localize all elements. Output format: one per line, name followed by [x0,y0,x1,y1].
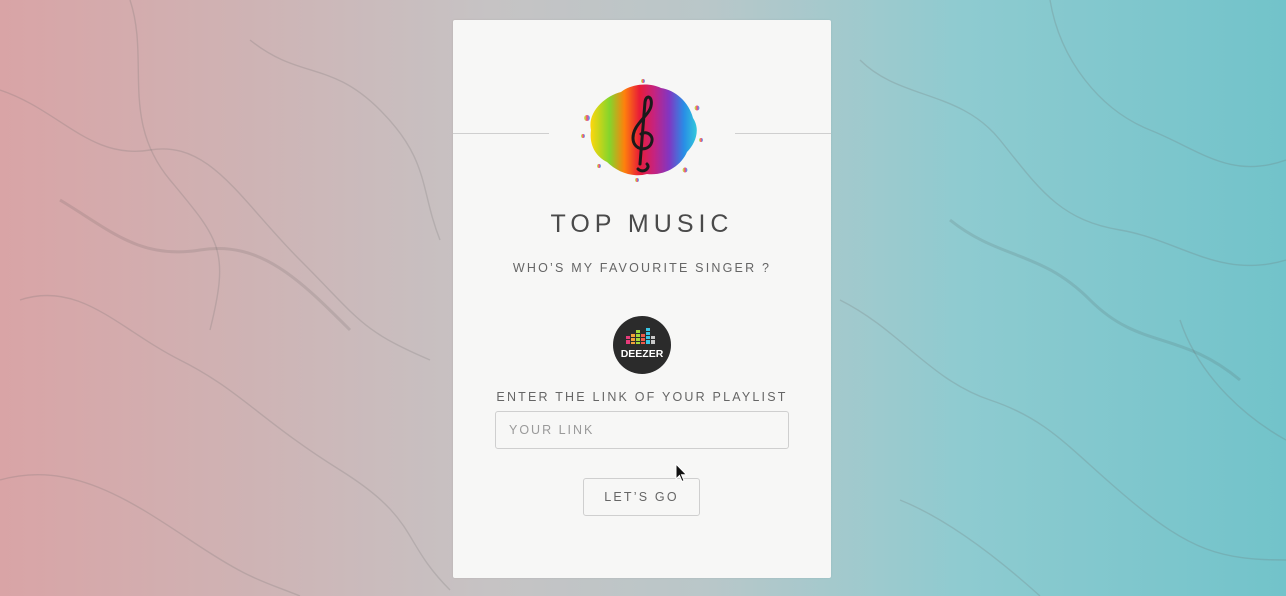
deezer-logo-icon[interactable]: DEEZER [613,316,671,374]
lets-go-button[interactable]: LET’S GO [583,478,700,516]
main-card: TOP MUSIC WHO’S MY FAVOURITE SINGER ? DE… [453,20,831,578]
divider-right [735,133,831,134]
page-subtitle: WHO’S MY FAVOURITE SINGER ? [512,261,772,275]
playlist-link-label: ENTER THE LINK OF YOUR PLAYLIST [496,390,788,404]
divider-left [453,133,549,134]
page-title: TOP MUSIC [550,210,734,238]
deezer-wordmark: DEEZER [621,348,664,360]
treble-clef-splash-icon [581,79,703,182]
playlist-link-input[interactable] [495,411,789,449]
